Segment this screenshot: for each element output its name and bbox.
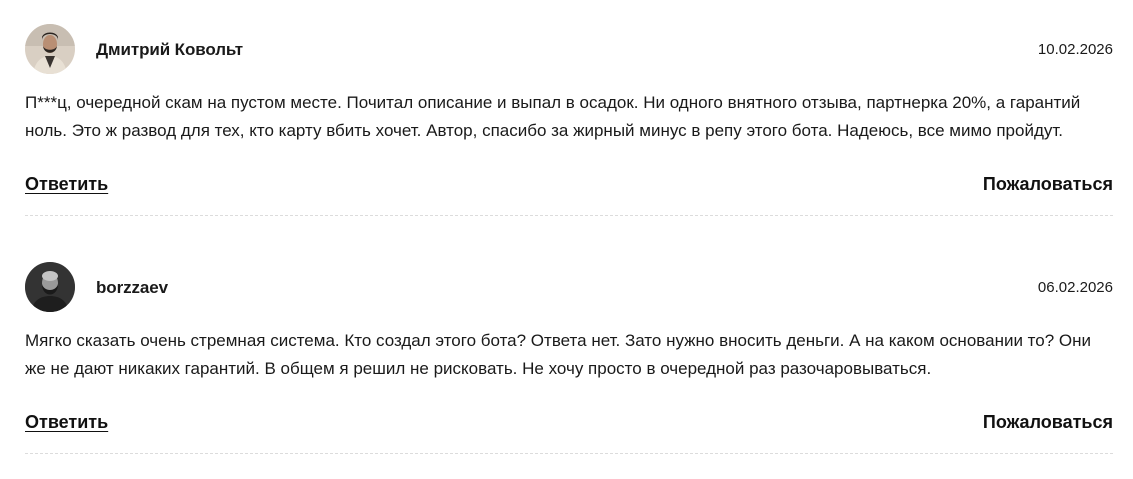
avatar <box>25 24 75 74</box>
comment-actions: Ответить Пожаловаться <box>25 174 1113 200</box>
avatar-photo-icon <box>25 24 75 74</box>
comment-text: П***ц, очередной скам на пустом месте. П… <box>25 93 1081 140</box>
comment-actions: Ответить Пожаловаться <box>25 412 1113 438</box>
report-link[interactable]: Пожаловаться <box>983 174 1113 195</box>
comment-item: Дмитрий Ковольт 10.02.2026 П***ц, очеред… <box>25 24 1113 216</box>
divider <box>25 215 1113 216</box>
avatar <box>25 262 75 312</box>
comment-header: borzzaev 06.02.2026 <box>25 262 1113 314</box>
reply-link[interactable]: Ответить <box>25 412 108 433</box>
comment-author: Дмитрий Ковольт <box>96 40 244 59</box>
comment-author: borzzaev <box>96 278 168 297</box>
report-link[interactable]: Пожаловаться <box>983 412 1113 433</box>
avatar-photo-icon <box>25 262 75 312</box>
comment-date: 06.02.2026 <box>1037 279 1113 296</box>
reply-link[interactable]: Ответить <box>25 174 108 195</box>
comment-item: borzzaev 06.02.2026 Мягко сказать очень … <box>25 262 1113 454</box>
comment-header: Дмитрий Ковольт 10.02.2026 <box>25 24 1113 76</box>
divider <box>25 453 1113 454</box>
comment-date: 10.02.2026 <box>1037 41 1113 58</box>
comment-text: Мягко сказать очень стремная система. Кт… <box>25 331 1092 378</box>
